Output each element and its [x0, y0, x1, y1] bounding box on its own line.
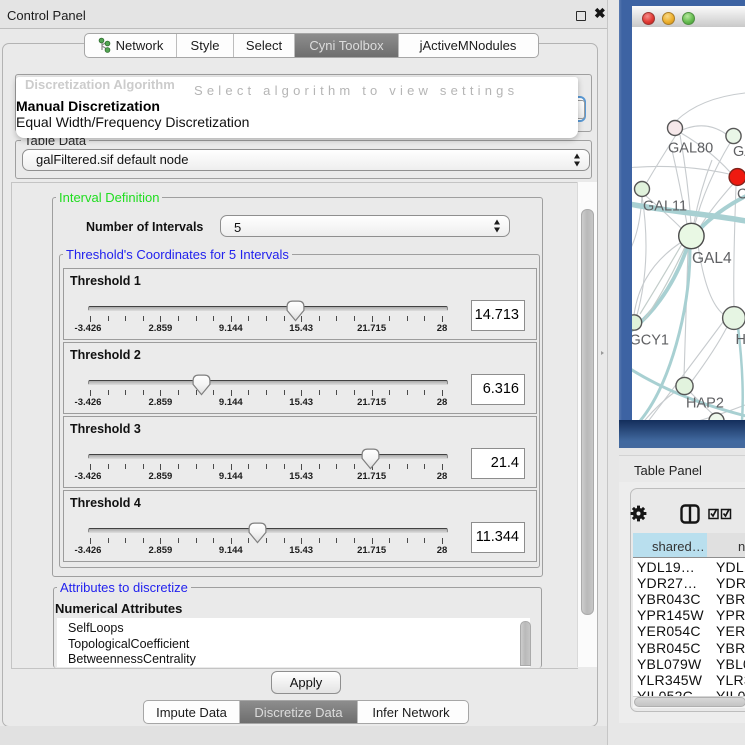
- svg-text:HAP2: HAP2: [686, 396, 724, 412]
- svg-text:GAL80: GAL80: [668, 141, 713, 157]
- svg-text:GCY1: GCY1: [632, 333, 669, 349]
- svg-text:GAL11: GAL11: [643, 199, 687, 215]
- svg-text:GA: GA: [733, 144, 745, 160]
- svg-text:C: C: [737, 187, 745, 203]
- svg-text:H: H: [736, 332, 745, 348]
- svg-text:GAL4: GAL4: [692, 250, 732, 267]
